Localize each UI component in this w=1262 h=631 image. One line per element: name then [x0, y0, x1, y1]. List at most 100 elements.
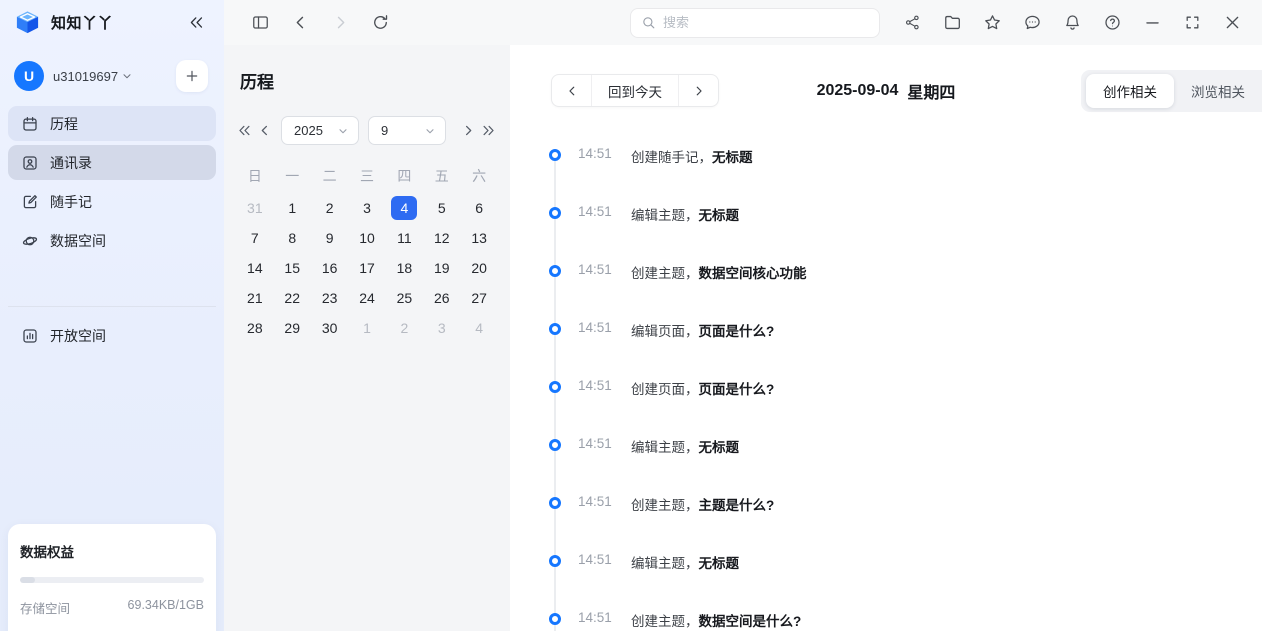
refresh-icon[interactable]: [370, 13, 390, 33]
timeline-bullet-icon: [549, 207, 561, 219]
calendar-day[interactable]: 4: [386, 193, 423, 223]
timeline-bullet-icon: [549, 149, 561, 161]
prev-day-button[interactable]: [552, 75, 591, 106]
calendar-day[interactable]: 25: [386, 283, 423, 313]
sidebar-header: 知知丫丫: [0, 0, 224, 44]
sidebar-collapse-icon[interactable]: [184, 10, 208, 34]
timeline-header: 回到今天 2025-09-04 星期四 创作相关浏览相关: [510, 70, 1262, 112]
search-input[interactable]: [663, 15, 869, 30]
layout-toggle-icon[interactable]: [250, 13, 270, 33]
calendar-day[interactable]: 13: [460, 223, 497, 253]
calendar-day[interactable]: 19: [423, 253, 460, 283]
notifications-bell-icon[interactable]: [1062, 13, 1082, 33]
timeline-time: 14:51: [578, 610, 612, 625]
calendar-day[interactable]: 1: [348, 313, 385, 343]
content-area: 历程 2025 9: [224, 45, 1262, 631]
favorite-star-icon[interactable]: [982, 13, 1002, 33]
timeline-time: 14:51: [578, 320, 612, 335]
calendar-day[interactable]: 11: [386, 223, 423, 253]
sidebar-item-note[interactable]: 随手记: [8, 184, 216, 219]
close-icon[interactable]: [1222, 13, 1242, 33]
calendar-day[interactable]: 6: [460, 193, 497, 223]
plus-icon: [184, 68, 200, 84]
sidebar-item-dataspace[interactable]: 数据空间: [8, 223, 216, 258]
calendar-day[interactable]: 26: [423, 283, 460, 313]
forward-button[interactable]: [330, 13, 350, 33]
back-to-today-button[interactable]: 回到今天: [591, 75, 679, 106]
calendar-day[interactable]: 22: [274, 283, 311, 313]
share-icon[interactable]: [902, 13, 922, 33]
add-button[interactable]: [176, 60, 208, 92]
timeline-entry[interactable]: 14:51创建主题，主题是什么?: [510, 491, 1262, 549]
calendar-day[interactable]: 29: [274, 313, 311, 343]
timeline-bullet-icon: [549, 439, 561, 451]
calendar-day[interactable]: 20: [460, 253, 497, 283]
timeline-entry[interactable]: 14:51编辑主题，无标题: [510, 549, 1262, 607]
calendar-day[interactable]: 12: [423, 223, 460, 253]
calendar-day[interactable]: 4: [460, 313, 497, 343]
prev-month-icon[interactable]: [256, 122, 273, 140]
toolbar-right-group: [902, 13, 1242, 33]
sidebar-item-calendar[interactable]: 历程: [8, 106, 216, 141]
app-window: 知知丫丫 U u31019697 历程通讯录随手记数据空间 开放空间 数据权益 …: [0, 0, 1262, 631]
prev-year-icon[interactable]: [236, 122, 253, 140]
calendar-day[interactable]: 8: [274, 223, 311, 253]
month-select[interactable]: 9: [368, 116, 446, 145]
calendar-day[interactable]: 9: [311, 223, 348, 253]
quota-title: 数据权益: [20, 541, 204, 561]
timeline-entry[interactable]: 14:51创建主题，数据空间核心功能: [510, 259, 1262, 317]
timeline-entry[interactable]: 14:51编辑主题，无标题: [510, 433, 1262, 491]
quota-row: 存储空间69.34KB/1GB: [20, 598, 204, 617]
search-box[interactable]: [630, 8, 880, 38]
tab-inactive[interactable]: 浏览相关: [1174, 74, 1262, 108]
calendar-day[interactable]: 18: [386, 253, 423, 283]
folder-icon[interactable]: [942, 13, 962, 33]
calendar-day[interactable]: 17: [348, 253, 385, 283]
feedback-comment-icon[interactable]: [1022, 13, 1042, 33]
calendar-day[interactable]: 23: [311, 283, 348, 313]
user-name-dropdown[interactable]: u31019697: [53, 69, 133, 84]
maximize-icon[interactable]: [1182, 13, 1202, 33]
calendar-day[interactable]: 31: [236, 193, 273, 223]
next-day-button[interactable]: [679, 75, 718, 106]
calendar-day[interactable]: 14: [236, 253, 273, 283]
timeline-entry[interactable]: 14:51编辑主题，无标题: [510, 201, 1262, 259]
help-icon[interactable]: [1102, 13, 1122, 33]
calendar-day[interactable]: 5: [423, 193, 460, 223]
calendar-day[interactable]: 21: [236, 283, 273, 313]
calendar-day[interactable]: 2: [311, 193, 348, 223]
calendar-day[interactable]: 10: [348, 223, 385, 253]
calendar-day[interactable]: 1: [274, 193, 311, 223]
sidebar-item-openspace[interactable]: 开放空间: [8, 318, 216, 353]
timeline-entry[interactable]: 14:51编辑页面，页面是什么?: [510, 317, 1262, 375]
calendar-day[interactable]: 28: [236, 313, 273, 343]
timeline-entry[interactable]: 14:51创建随手记，无标题: [510, 143, 1262, 201]
minimize-icon[interactable]: [1142, 13, 1162, 33]
calendar-day[interactable]: 7: [236, 223, 273, 253]
calendar-day[interactable]: 30: [311, 313, 348, 343]
calendar-day[interactable]: 3: [423, 313, 460, 343]
calendar-day[interactable]: 15: [274, 253, 311, 283]
avatar[interactable]: U: [14, 61, 44, 91]
calendar-day[interactable]: 3: [348, 193, 385, 223]
timeline-entry[interactable]: 14:51创建主题，数据空间是什么?: [510, 607, 1262, 631]
openspace-icon: [21, 327, 39, 345]
page-title: 历程: [236, 68, 498, 93]
calendar-day[interactable]: 2: [386, 313, 423, 343]
calendar-day[interactable]: 24: [348, 283, 385, 313]
sidebar-item-contacts[interactable]: 通讯录: [8, 145, 216, 180]
back-button[interactable]: [290, 13, 310, 33]
quota-card: 数据权益 存储空间69.34KB/1GB单个文件不超过50MB: [8, 524, 216, 631]
next-year-icon[interactable]: [480, 122, 497, 140]
calendar-day[interactable]: 16: [311, 253, 348, 283]
calendar-day[interactable]: 27: [460, 283, 497, 313]
next-month-icon[interactable]: [460, 122, 477, 140]
day-nav-group: 回到今天: [551, 74, 719, 107]
tab-active[interactable]: 创作相关: [1086, 74, 1174, 108]
year-select[interactable]: 2025: [281, 116, 359, 145]
timeline-entry[interactable]: 14:51创建页面，页面是什么?: [510, 375, 1262, 433]
user-name: u31019697: [53, 69, 118, 84]
timeline-tabs: 创作相关浏览相关: [1081, 70, 1262, 112]
sidebar: 知知丫丫 U u31019697 历程通讯录随手记数据空间 开放空间 数据权益 …: [0, 0, 224, 631]
calendar-nav: 2025 9: [236, 116, 498, 145]
